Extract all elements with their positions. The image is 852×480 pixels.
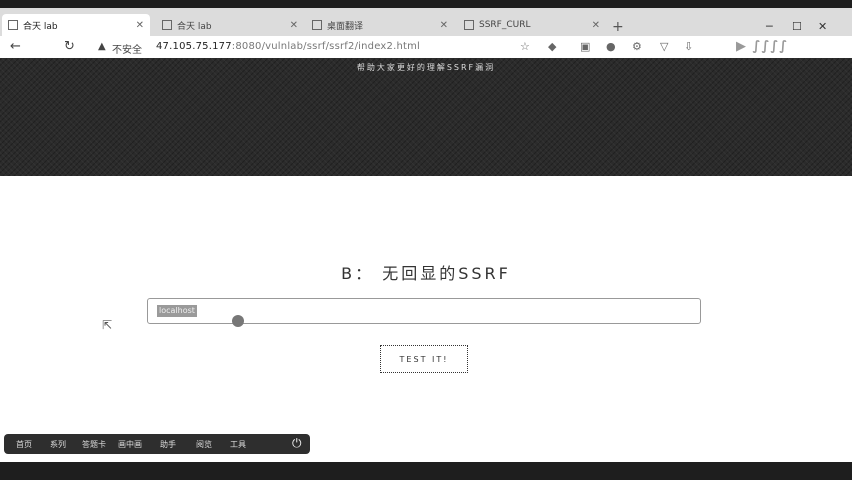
url-path: :8080/vulnlab/ssrf/ssrf2/index2.html <box>231 41 421 52</box>
tab-4-label: SSRF_CURL <box>479 20 531 30</box>
tab-1[interactable]: 合天 lab ✕ <box>2 14 150 36</box>
test-button[interactable]: TEST IT! <box>380 345 468 373</box>
power-icon[interactable]: ⏻ <box>292 436 302 451</box>
cursor-dot <box>232 315 244 327</box>
minimize-icon[interactable]: ─ <box>766 20 773 33</box>
collections-icon[interactable]: ▣ <box>580 40 590 53</box>
insecure-label[interactable]: 不安全 <box>112 41 142 56</box>
close-window-icon[interactable]: ✕ <box>818 20 827 33</box>
toolbar-item-series[interactable]: 系列 <box>50 439 66 450</box>
toolbar-item-read[interactable]: 阅览 <box>196 439 212 450</box>
tab-1-label: 合天 lab <box>23 21 58 32</box>
back-icon[interactable]: ← <box>10 39 21 54</box>
shield-icon <box>464 20 474 30</box>
refresh-icon[interactable]: ↻ <box>64 39 75 54</box>
toolbar-item-assistant[interactable]: 助手 <box>160 439 176 450</box>
watermark-logo: ▶ ∫∫∫∫ <box>736 39 789 54</box>
maximize-icon[interactable]: ☐ <box>792 20 802 33</box>
download-icon[interactable]: ⇩ <box>684 40 693 53</box>
address-bar: ← ↻ ▲ 不安全 47.105.75.177:8080/vulnlab/ssr… <box>0 36 852 59</box>
new-tab-button[interactable]: + <box>612 19 624 35</box>
tab-2-label: 合天 lab <box>177 21 212 32</box>
url-field[interactable]: 47.105.75.177:8080/vulnlab/ssrf/ssrf2/in… <box>156 41 420 52</box>
star-icon[interactable]: ☆ <box>520 40 530 53</box>
tab-4[interactable]: SSRF_CURL ✕ <box>458 14 606 36</box>
warning-icon[interactable]: ▲ <box>98 41 106 52</box>
page-icon <box>8 20 18 30</box>
toolbar-item-home[interactable]: 首页 <box>16 439 32 450</box>
profile-icon[interactable]: ● <box>606 40 616 53</box>
close-tab-icon[interactable]: ✕ <box>290 20 298 31</box>
toolbar-item-pip[interactable]: 画中画 <box>118 439 142 450</box>
window-bottom-bar <box>0 462 852 480</box>
input-selected-text: localhost <box>157 305 197 317</box>
extension-icon[interactable]: ◆ <box>548 40 556 53</box>
tab-2[interactable]: 合天 lab ✕ <box>156 14 304 36</box>
page-icon <box>162 20 172 30</box>
tab-strip: 合天 lab ✕ 合天 lab ✕ 桌面翻译 ✕ SSRF_CURL ✕ + ─… <box>0 8 852 36</box>
tab-3[interactable]: 桌面翻译 ✕ <box>306 14 454 36</box>
hero-subtitle: 帮助大家更好的理解SSRF漏洞 <box>356 63 496 72</box>
close-tab-icon[interactable]: ✕ <box>440 20 448 31</box>
url-host: 47.105.75.177 <box>156 41 232 52</box>
page-icon <box>312 20 322 30</box>
hero-banner: 帮助大家更好的理解SSRF漏洞 <box>0 58 852 176</box>
floating-toolbar: 首页 系列 答题卡 画中画 助手 阅览 工具 ⏻ <box>4 434 310 454</box>
filter-icon[interactable]: ▽ <box>660 40 668 53</box>
close-tab-icon[interactable]: ✕ <box>592 20 600 31</box>
close-tab-icon[interactable]: ✕ <box>136 20 144 31</box>
page-heading: B： 无回显的SSRF <box>341 264 511 283</box>
mouse-cursor-icon: ⇱ <box>102 318 113 332</box>
tab-3-label: 桌面翻译 <box>327 21 364 32</box>
url-input[interactable]: localhost <box>147 298 701 327</box>
main-content: B： 无回显的SSRF localhost TEST IT! <box>0 176 852 462</box>
toolbar-item-tools[interactable]: 工具 <box>230 439 246 450</box>
settings-icon[interactable]: ⚙ <box>632 40 642 53</box>
toolbar-item-answer-card[interactable]: 答题卡 <box>82 439 106 450</box>
window-top-bar <box>0 0 852 8</box>
